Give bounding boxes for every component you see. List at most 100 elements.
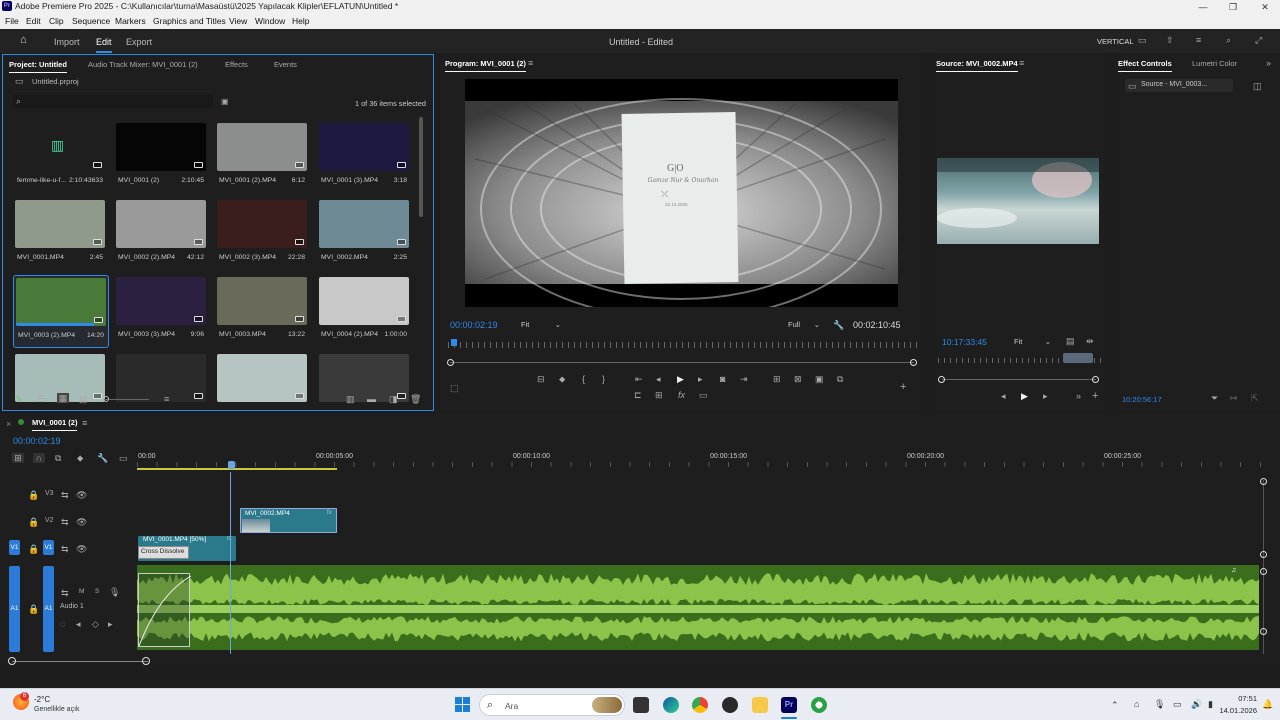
close-tab-icon[interactable]: × [6,419,11,429]
layout-icon[interactable]: ▭ [1138,35,1147,45]
captions-icon[interactable]: ▭ [119,453,128,463]
solo-button[interactable]: S [95,588,99,595]
export-frame-icon[interactable]: ▣ [815,374,824,384]
speaker-icon[interactable]: 🔊 [1191,699,1202,709]
program-quality-select[interactable]: Full ⌄ [784,318,824,331]
mute-button[interactable]: M [79,588,84,595]
track-v2-label[interactable]: V2 [45,517,54,524]
chrome-icon[interactable] [692,697,708,713]
lock-icon[interactable]: 🔒 [28,517,39,527]
vr-icon[interactable]: ▭ [699,390,708,400]
volume-icon[interactable]: ◌ [60,619,65,629]
media-item[interactable]: MVI_0001.MP4 2:45 [13,198,109,271]
audio-clip-a1[interactable]: ♫ [137,565,1259,650]
nest-icon[interactable]: ⊞ [12,453,24,463]
camera-icon[interactable]: ◙ [720,374,725,384]
program-zoom-start[interactable] [447,359,454,366]
eye-icon[interactable]: 👁 [76,517,87,527]
workspace-export[interactable]: Export [126,37,152,47]
zoom-slider-handle[interactable] [103,396,109,402]
comparison-icon[interactable]: ⧉ [837,374,843,384]
source-fit-select[interactable]: Fit ⌄ [1010,335,1054,348]
next-keyframe-icon[interactable]: ▸ [108,619,113,629]
microphone-icon[interactable]: 🎙 [109,587,120,597]
lift-icon[interactable]: ⊟ [537,374,545,384]
source-zoom-end[interactable] [1092,376,1099,383]
source-in-out-range[interactable] [1063,353,1093,363]
marker-icon[interactable]: ⬥ [559,374,565,384]
weather-temp[interactable]: -2°C [34,695,50,704]
add-keyframe-icon[interactable]: ◇ [92,619,99,629]
linked-select-icon[interactable]: ⧉ [55,453,61,463]
source-patch-a1[interactable]: A1 [9,566,20,652]
windows-start-icon[interactable] [455,697,471,713]
new-item-icon[interactable]: ◨ [389,394,398,404]
go-to-out-icon[interactable]: ⇥ [740,374,748,384]
media-item[interactable]: MVI_0001 (3).MP4 3:18 [317,121,413,194]
filter-icon[interactable]: ⏷ [1211,393,1218,403]
audio-transition[interactable] [138,573,192,647]
menu-file[interactable]: File [5,16,19,26]
maximize-button[interactable]: ❐ [1218,0,1248,14]
media-item[interactable]: MVI_0003 (3).MP4 9:06 [114,275,210,348]
insert-icon[interactable]: ⊞ [773,374,781,384]
tab-program[interactable]: Program: MVI_0001 (2) [445,59,526,72]
automate-icon[interactable]: ▥ [346,394,355,404]
panel-menu-icon[interactable]: ≡ [1019,58,1024,68]
collapse-icon[interactable]: ◫ [1253,81,1262,91]
tab-lumetri-color[interactable]: Lumetri Color [1192,59,1237,68]
source-expand-icon[interactable]: ⇹ [1086,336,1094,346]
search-input[interactable]: ⌕ [13,95,213,108]
transition-cross-dissolve[interactable]: Cross Dissolve [138,546,189,559]
timeline-settings-icon[interactable]: 🔧 [97,453,108,463]
new-bin-icon[interactable]: ▣ [221,97,229,107]
panel-menu-icon[interactable]: ≡ [82,418,87,428]
source-zoom-bar[interactable] [942,379,1096,380]
go-to-in-icon[interactable]: ⇤ [635,374,643,384]
notification-icon[interactable]: 🔔 [1262,699,1273,709]
source-patch-v1[interactable]: V1 [9,540,20,555]
tab-events[interactable]: Events [274,60,297,69]
tab-audio-mixer[interactable]: Audio Track Mixer: MVI_0001 (2) [88,60,198,69]
trash-icon[interactable]: 🗑 [410,394,421,404]
tab-sequence[interactable]: MVI_0001 (2) [32,418,78,431]
workspace-import[interactable]: Import [54,37,80,47]
source-video[interactable] [937,158,1099,244]
icon-view-icon[interactable]: ▦ [57,393,69,403]
zoom-slider[interactable] [103,399,149,400]
fullscreen-icon[interactable]: ⤢ [1255,35,1262,45]
eye-icon[interactable]: 👁 [76,544,87,554]
prev-keyframe-icon[interactable]: ◂ [76,619,81,629]
tab-effect-controls[interactable]: Effect Controls [1118,59,1172,72]
source-zoom-start[interactable] [938,376,945,383]
program-ruler[interactable] [448,342,918,348]
premiere-taskbar-icon[interactable]: Pr [781,697,797,713]
menu-window[interactable]: Window [255,16,285,26]
timeline-timecode[interactable]: 00:00:02:19 [13,436,61,446]
lock-icon[interactable]: 🔒 [28,604,39,614]
source-add-icon[interactable]: + [1092,391,1098,402]
timeline-ruler[interactable]: 00:00 00:00:05:00 00:00:10:00 00:00:15:0… [137,452,1267,470]
safe-margins-icon[interactable]: ⊞ [655,390,663,400]
edge-icon[interactable] [663,697,679,713]
media-item[interactable]: MVI_0002.MP4 2:25 [317,198,413,271]
track-v3-label[interactable]: V3 [45,490,54,497]
media-item[interactable]: MVI_0002 (2).MP4 42:12 [114,198,210,271]
media-item[interactable]: MVI_0003.MP4 13:22 [215,275,311,348]
trim-icon[interactable]: ⊏ [634,390,642,400]
play-only-icon[interactable]: ↦ [1230,393,1238,403]
export-icon[interactable]: ⇱ [1251,393,1259,403]
horizontal-scrollbar[interactable] [12,661,148,662]
snap-icon[interactable]: ∩ [33,453,45,463]
settings-icon[interactable]: ⬚ [450,383,459,393]
clip-v2[interactable]: MVI_0002.MP4 fx [240,508,337,533]
step-back-icon[interactable]: ◂ [656,374,661,384]
track-a1-target[interactable]: A1 [43,566,54,652]
task-view-icon[interactable] [633,697,649,713]
sort-icon[interactable]: ≡ [164,394,169,404]
media-item[interactable]: MVI_0002 (3).MP4 22:28 [215,198,311,271]
v-scroll-handle-top[interactable] [1260,478,1267,485]
play-icon[interactable]: ▶ [677,374,684,384]
lock-icon[interactable]: 🔒 [28,490,39,500]
chrome-alt-icon[interactable] [811,697,827,713]
